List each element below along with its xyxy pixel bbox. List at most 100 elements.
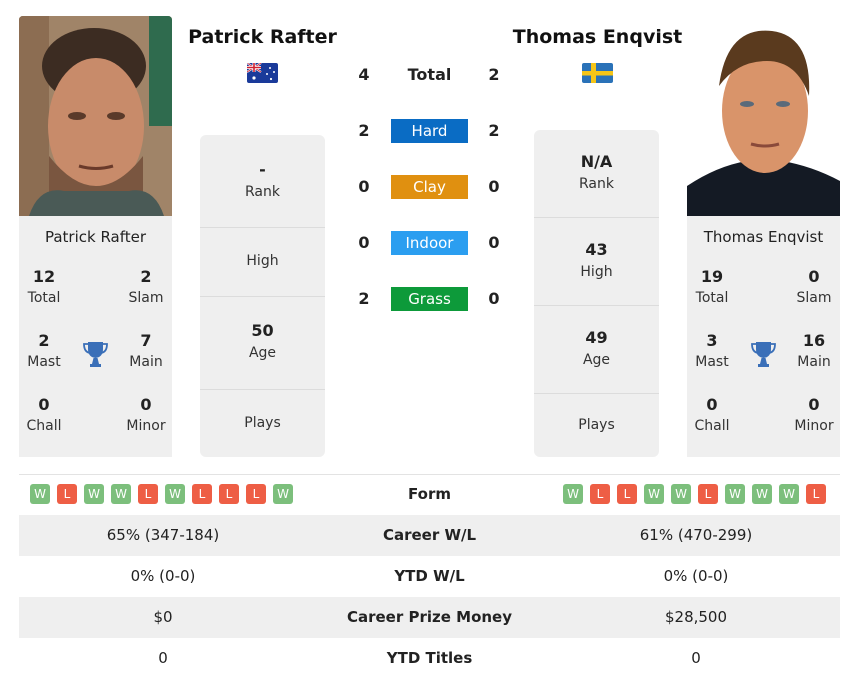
h2h-grass-right: 0 <box>488 289 500 308</box>
sweden-flag-icon <box>582 63 613 83</box>
career-wl-label: Career W/L <box>382 526 477 544</box>
table-row-prize-money: $0 Career Prize Money $28,500 <box>19 597 840 638</box>
form-badge-win[interactable]: W <box>165 484 185 504</box>
h2h-total-label: Total <box>407 65 452 84</box>
stat-label: Minor <box>126 418 166 434</box>
form-label: Form <box>408 485 451 503</box>
form-badge-loss[interactable]: L <box>806 484 826 504</box>
titles-mast-left: 2 Mast <box>14 330 74 372</box>
stat-value: 0 <box>808 267 820 286</box>
form-badge-loss[interactable]: L <box>698 484 718 504</box>
form-badge-loss[interactable]: L <box>219 484 239 504</box>
form-badge-win[interactable]: W <box>30 484 50 504</box>
player-name-right[interactable]: Thomas Enqvist <box>505 26 690 48</box>
stat-value: 3 <box>706 331 718 350</box>
player-info-left: - Rank High 50 Age Plays <box>200 135 325 457</box>
form-badge-loss[interactable]: L <box>246 484 266 504</box>
titles-main-right: 16 Main <box>784 330 844 372</box>
h2h-surface-row-hard: 2 Hard 2 <box>350 119 510 143</box>
age-cell-left: 50 Age <box>200 297 325 390</box>
plays-label: Plays <box>578 417 615 433</box>
stat-value: 12 <box>32 267 56 286</box>
surface-badge-indoor[interactable]: Indoor <box>391 231 468 255</box>
career-wl-right: 61% (470-299) <box>639 526 753 544</box>
high-cell-left: High <box>200 228 325 297</box>
form-badge-loss[interactable]: L <box>590 484 610 504</box>
ytd-wl-label: YTD W/L <box>394 567 465 585</box>
form-badge-win[interactable]: W <box>563 484 583 504</box>
rank-cell-left: - Rank <box>200 135 325 228</box>
table-row-ytd-wl: 0% (0-0) YTD W/L 0% (0-0) <box>19 556 840 597</box>
h2h-surface-row-indoor: 0 Indoor 0 <box>350 231 510 255</box>
stat-label: Mast <box>695 354 729 370</box>
surface-badge-clay[interactable]: Clay <box>391 175 468 199</box>
form-badge-loss[interactable]: L <box>138 484 158 504</box>
form-badge-win[interactable]: W <box>84 484 104 504</box>
form-badge-win[interactable]: W <box>273 484 293 504</box>
career-wl-left: 65% (347-184) <box>106 526 220 544</box>
ytd-wl-left: 0% (0-0) <box>130 567 196 585</box>
form-badge-loss[interactable]: L <box>192 484 212 504</box>
stat-label: Chall <box>26 418 62 434</box>
age-label: Age <box>582 352 611 368</box>
trophy-icon <box>82 340 109 368</box>
player-card-left: Patrick Rafter 12 Total 2 Slam 2 Mast 7 … <box>19 216 172 457</box>
table-row-career-wl: 65% (347-184) Career W/L 61% (470-299) <box>19 515 840 556</box>
surface-badge-hard[interactable]: Hard <box>391 119 468 143</box>
stat-value: 2 <box>140 267 152 286</box>
stat-label: Slam <box>796 290 832 306</box>
h2h-clay-right: 0 <box>488 177 500 196</box>
form-badge-win[interactable]: W <box>644 484 664 504</box>
h2h-total-right: 2 <box>488 65 500 84</box>
stat-label: Main <box>129 354 163 370</box>
ytd-titles-label: YTD Titles <box>386 649 473 667</box>
stat-value: 2 <box>38 331 50 350</box>
player-card-name-right[interactable]: Thomas Enqvist <box>687 228 840 246</box>
titles-total-left: 12 Total <box>14 266 74 308</box>
rank-value: - <box>259 160 266 179</box>
titles-slam-right: 0 Slam <box>784 266 844 308</box>
ytd-wl-right: 0% (0-0) <box>663 567 729 585</box>
h2h-hard-left: 2 <box>358 121 370 140</box>
surface-badge-grass[interactable]: Grass <box>391 287 468 311</box>
form-badge-win[interactable]: W <box>111 484 131 504</box>
age-value: 50 <box>251 321 274 340</box>
form-badge-win[interactable]: W <box>725 484 745 504</box>
form-badge-loss[interactable]: L <box>57 484 77 504</box>
player-name-left[interactable]: Patrick Rafter <box>180 26 345 48</box>
form-badge-win[interactable]: W <box>671 484 691 504</box>
trophy-icon <box>750 340 777 368</box>
rank-label: Rank <box>245 184 280 200</box>
stat-label: Total <box>27 290 61 306</box>
australia-flag-icon <box>247 63 278 83</box>
titles-minor-right: 0 Minor <box>784 394 844 436</box>
stat-value: 16 <box>802 331 826 350</box>
age-label: Age <box>248 345 277 361</box>
stat-value: 19 <box>700 267 724 286</box>
h2h-grass-left: 2 <box>358 289 370 308</box>
stat-label: Main <box>797 354 831 370</box>
plays-cell-left: Plays <box>200 390 325 457</box>
titles-main-left: 7 Main <box>116 330 176 372</box>
form-badge-loss[interactable]: L <box>617 484 637 504</box>
player-card-name-left[interactable]: Patrick Rafter <box>19 228 172 246</box>
stat-value: 0 <box>706 395 718 414</box>
player-photo-left <box>19 16 172 216</box>
stat-label: Minor <box>794 418 834 434</box>
player-photo-right <box>687 16 840 216</box>
stat-label: Chall <box>694 418 730 434</box>
player-portrait-left <box>19 16 172 216</box>
age-cell-right: 49 Age <box>534 306 659 394</box>
rank-value: N/A <box>580 152 613 171</box>
form-left: W L W W L W L L L W <box>30 484 293 504</box>
rank-label: Rank <box>579 176 614 192</box>
high-label: High <box>246 253 279 269</box>
ytd-titles-left: 0 <box>158 649 168 667</box>
high-cell-right: 43 High <box>534 218 659 306</box>
h2h-indoor-right: 0 <box>488 233 500 252</box>
h2h-total-left: 4 <box>358 65 370 84</box>
form-badge-win[interactable]: W <box>752 484 772 504</box>
player-portrait-right <box>687 16 840 216</box>
prize-money-label: Career Prize Money <box>346 608 512 626</box>
form-badge-win[interactable]: W <box>779 484 799 504</box>
